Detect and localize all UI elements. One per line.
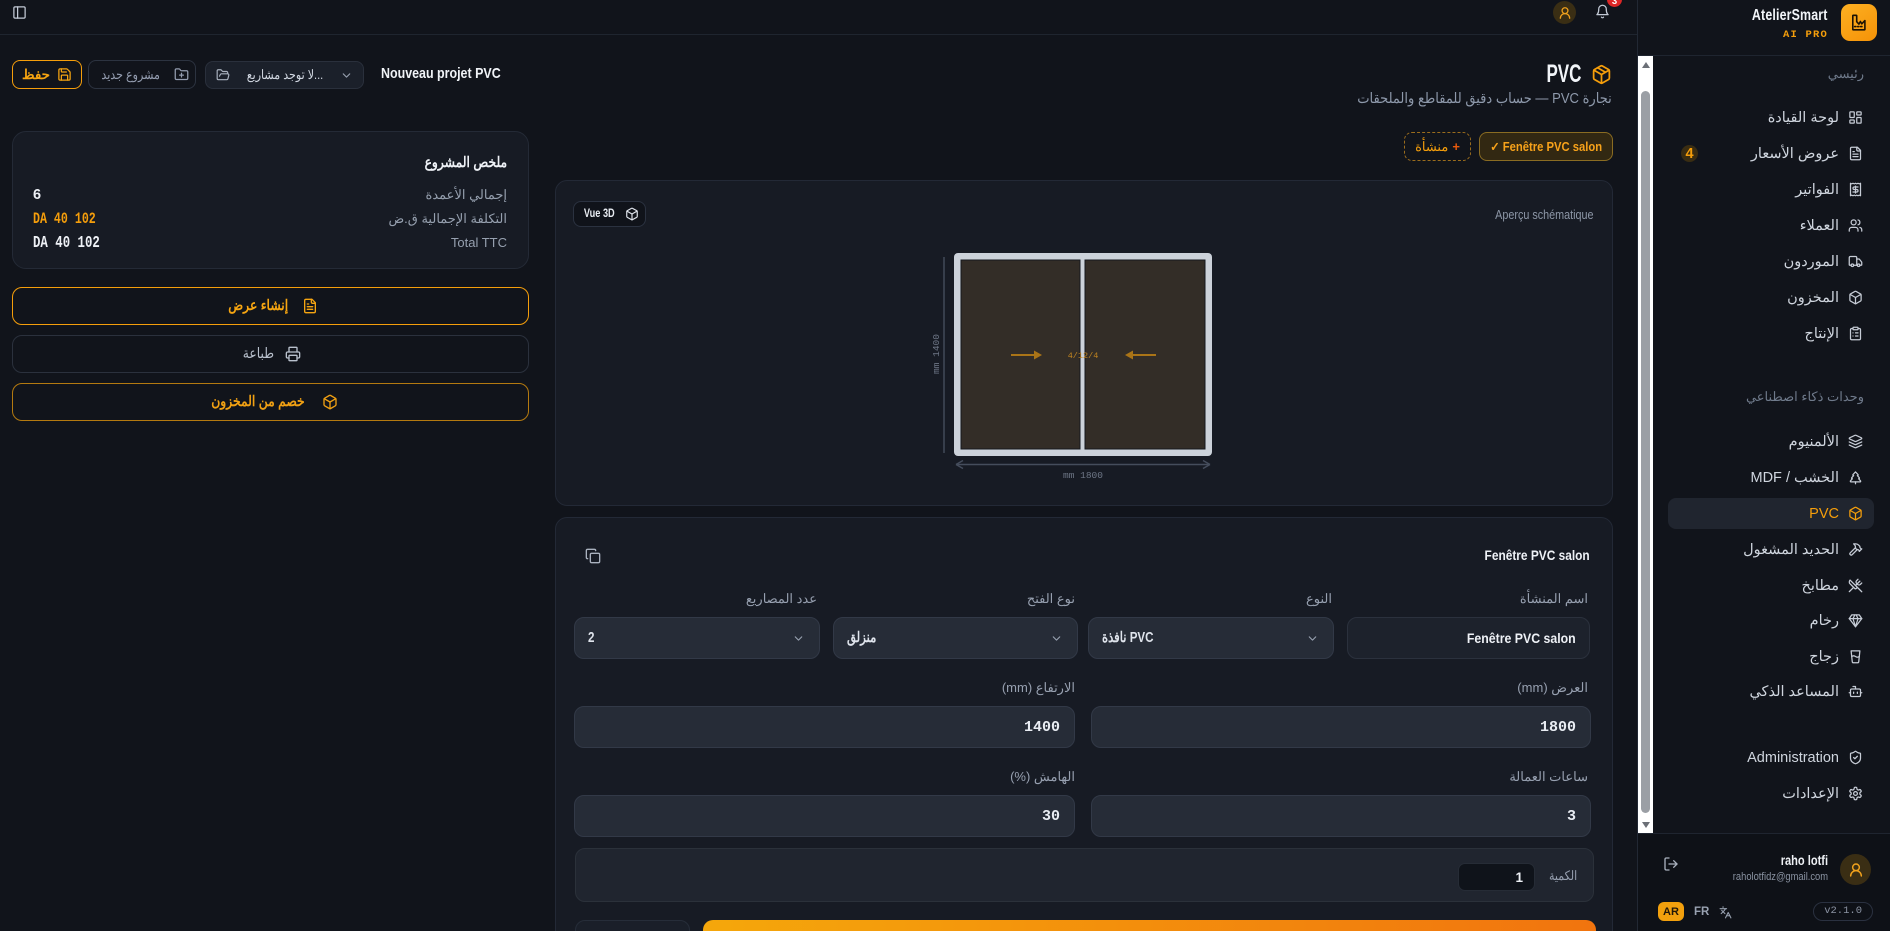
svg-text:mm 1800: mm 1800 — [1063, 470, 1103, 481]
svg-text:mm 1400: mm 1400 — [931, 334, 942, 374]
svg-text:4/12/4: 4/12/4 — [1068, 351, 1099, 361]
